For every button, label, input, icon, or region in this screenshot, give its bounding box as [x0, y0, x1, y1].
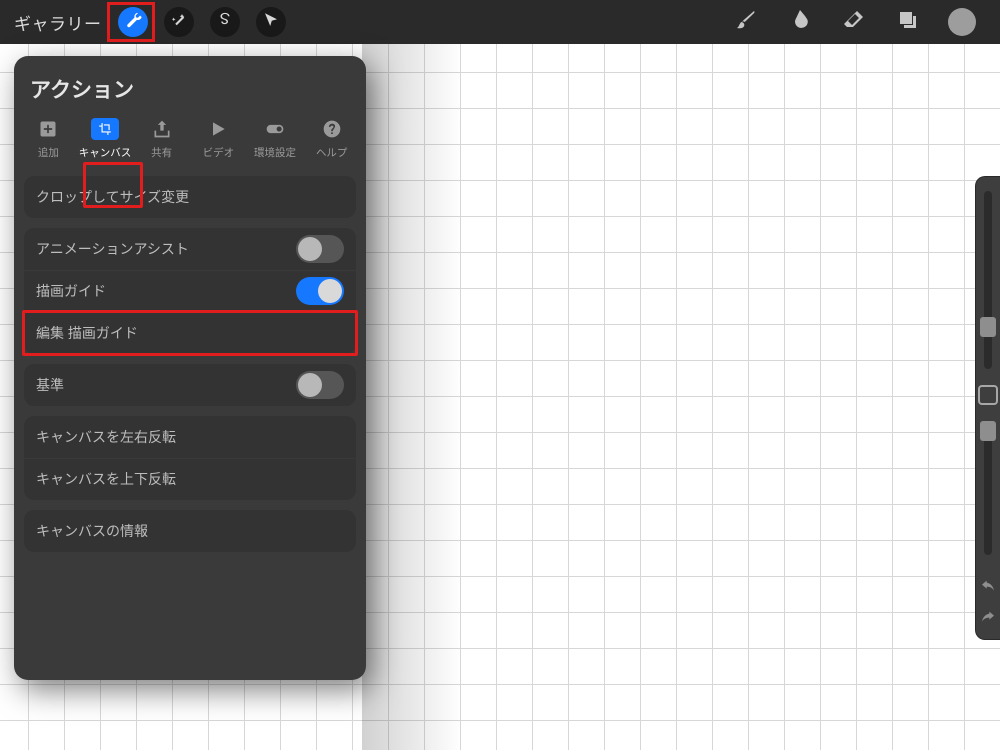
actions-panel: アクション 追加 キャンバス 共有 ビデオ — [14, 56, 366, 680]
layers-button[interactable] — [894, 8, 922, 36]
item-edit-drawing-guide-label: 編集 描画ガイド — [36, 323, 138, 343]
eraser-button[interactable] — [840, 8, 868, 36]
tab-add[interactable]: 追加 — [20, 116, 77, 162]
opacity-slider[interactable] — [984, 421, 992, 555]
undo-redo-group — [980, 579, 996, 629]
item-crop-resize-label: クロップしてサイズ変更 — [36, 187, 189, 207]
gallery-button[interactable]: ギャラリー — [0, 10, 116, 35]
tab-video-label: ビデオ — [203, 145, 235, 160]
item-edit-drawing-guide[interactable]: 編集 描画ガイド — [24, 312, 356, 354]
brush-size-thumb[interactable] — [980, 317, 996, 337]
tab-prefs[interactable]: 環境設定 — [247, 116, 304, 162]
tab-help-label: ヘルプ — [316, 145, 348, 160]
item-reference-label: 基準 — [36, 375, 64, 395]
smudge-icon — [788, 8, 812, 37]
actions-button[interactable] — [118, 7, 148, 37]
wrench-icon — [124, 11, 142, 34]
item-flip-h-label: キャンバスを左右反転 — [36, 427, 176, 447]
toggle-reference[interactable] — [296, 371, 344, 399]
toolbar-right-group — [732, 8, 1000, 36]
item-drawing-guide-label: 描画ガイド — [36, 281, 106, 301]
color-button[interactable] — [948, 8, 976, 36]
redo-button[interactable] — [980, 610, 996, 629]
tab-video[interactable]: ビデオ — [190, 116, 247, 162]
opacity-thumb[interactable] — [980, 421, 996, 441]
panel-title: アクション — [14, 56, 366, 110]
help-icon — [321, 118, 343, 140]
group-guides: アニメーションアシスト 描画ガイド 編集 描画ガイド — [24, 228, 356, 354]
brush-size-slider[interactable] — [984, 191, 992, 369]
toggle-icon — [264, 118, 286, 140]
play-icon — [207, 118, 229, 140]
brush-icon — [734, 8, 758, 37]
tab-canvas-label: キャンバス — [79, 145, 132, 160]
group-reference: 基準 — [24, 364, 356, 406]
adjustments-button[interactable] — [164, 7, 194, 37]
item-canvas-info[interactable]: キャンバスの情報 — [24, 510, 356, 552]
item-drawing-guide[interactable]: 描画ガイド — [24, 270, 356, 312]
item-animation-assist[interactable]: アニメーションアシスト — [24, 228, 356, 270]
eraser-icon — [842, 8, 866, 37]
group-flip: キャンバスを左右反転 キャンバスを上下反転 — [24, 416, 356, 500]
item-flip-v-label: キャンバスを上下反転 — [36, 469, 176, 489]
toolbar-left-group — [118, 7, 286, 37]
smudge-button[interactable] — [786, 8, 814, 36]
panel-tabs: 追加 キャンバス 共有 ビデオ 環境設定 — [14, 110, 366, 172]
item-canvas-info-label: キャンバスの情報 — [36, 521, 148, 541]
undo-button[interactable] — [980, 579, 996, 598]
plus-square-icon — [37, 118, 59, 140]
tab-share[interactable]: 共有 — [133, 116, 190, 162]
toggle-animation-assist[interactable] — [296, 235, 344, 263]
toggle-drawing-guide[interactable] — [296, 277, 344, 305]
tab-share-label: 共有 — [151, 145, 172, 160]
right-sidebar — [975, 176, 1000, 640]
arrow-cursor-icon — [262, 11, 280, 34]
selection-button[interactable] — [210, 7, 240, 37]
group-info: キャンバスの情報 — [24, 510, 356, 552]
transform-button[interactable] — [256, 7, 286, 37]
item-crop-resize[interactable]: クロップしてサイズ変更 — [24, 176, 356, 218]
tab-add-label: 追加 — [38, 145, 59, 160]
panel-list: クロップしてサイズ変更 アニメーションアシスト 描画ガイド 編集 描画ガイド 基… — [14, 172, 366, 552]
brush-button[interactable] — [732, 8, 760, 36]
crop-icon — [91, 118, 119, 140]
tab-canvas[interactable]: キャンバス — [77, 116, 134, 162]
wand-icon — [170, 11, 188, 34]
selection-s-icon — [216, 11, 234, 34]
share-up-icon — [151, 118, 173, 140]
item-flip-horizontal[interactable]: キャンバスを左右反転 — [24, 416, 356, 458]
group-crop: クロップしてサイズ変更 — [24, 176, 356, 218]
tab-help[interactable]: ヘルプ — [303, 116, 360, 162]
layers-icon — [896, 8, 920, 37]
top-toolbar: ギャラリー — [0, 0, 1000, 44]
item-reference[interactable]: 基準 — [24, 364, 356, 406]
item-animation-assist-label: アニメーションアシスト — [36, 239, 189, 259]
modify-button[interactable] — [978, 385, 998, 405]
tab-prefs-label: 環境設定 — [254, 145, 296, 160]
item-flip-vertical[interactable]: キャンバスを上下反転 — [24, 458, 356, 500]
